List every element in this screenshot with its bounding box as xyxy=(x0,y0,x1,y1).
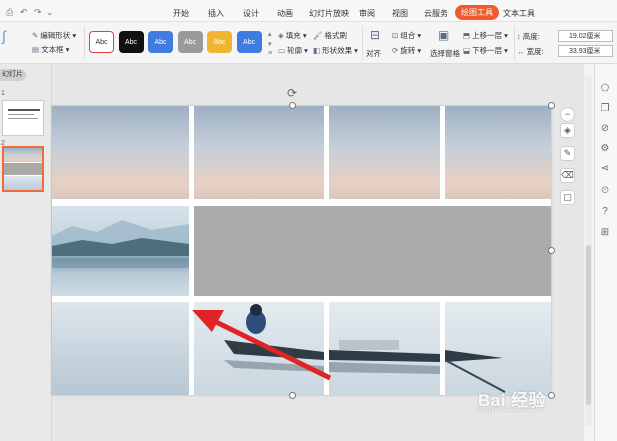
resize-handle-bottom-right[interactable] xyxy=(548,392,555,399)
apps-icon[interactable]: ⊞ xyxy=(598,226,612,240)
eraser-icon[interactable]: ⌫ xyxy=(560,168,575,183)
group-icon: ⊡ xyxy=(392,31,399,40)
undo-icon[interactable]: ↶ xyxy=(20,7,28,18)
ribbon: ∫ ✎ 编辑形状 ▾ ▤ 文本框 ▾ Abc Abc Abc Abc Abc Abc ▴ ▾ … xyxy=(0,22,617,64)
right-sidebar xyxy=(594,64,617,441)
thumb-title-line xyxy=(8,109,40,111)
divider xyxy=(362,26,363,60)
height-icon: ↕ xyxy=(517,32,521,41)
slide-number: 1 xyxy=(1,90,5,97)
outline-button[interactable]: ▭ 轮廓 ▾ xyxy=(278,45,308,56)
print-icon[interactable]: ⎙ xyxy=(6,7,13,18)
edit-shape-icon: ✎ xyxy=(32,31,39,40)
slide-thumbnail-1[interactable] xyxy=(2,100,44,136)
shape-preview-icon[interactable]: ∫ xyxy=(2,28,6,44)
settings-icon[interactable]: ⚙ xyxy=(598,142,612,156)
textbox-icon: ▤ xyxy=(32,45,40,54)
resize-handle-bottom[interactable] xyxy=(289,392,296,399)
thumb-image xyxy=(4,176,42,190)
scrollbar-thumb[interactable] xyxy=(586,245,591,405)
tab-drawing-tools[interactable]: 绘图工具 xyxy=(455,5,499,20)
tab-animation[interactable]: 动画 xyxy=(277,8,293,19)
more-icon[interactable]: ⌄ xyxy=(46,7,54,18)
width-icon: ↔ xyxy=(517,47,525,56)
red-arrow-annotation xyxy=(192,310,332,381)
tab-insert[interactable]: 插入 xyxy=(208,8,224,19)
resize-handle-top[interactable] xyxy=(289,102,296,109)
pen-icon[interactable]: ✎ xyxy=(560,146,575,161)
divider xyxy=(514,26,515,60)
group-button[interactable]: ⊡ 组合 ▾ xyxy=(392,30,421,41)
tab-slideshow[interactable]: 幻灯片放映 xyxy=(309,8,349,19)
thumb-image xyxy=(4,163,42,175)
slides-tab[interactable]: 幻灯片 xyxy=(0,69,26,81)
tab-cloud[interactable]: 云服务 xyxy=(424,8,448,19)
shape-effect-button[interactable]: ◧ 形状效果 ▾ xyxy=(313,45,358,56)
width-label: ↔ 宽度: xyxy=(517,47,544,56)
help-icon[interactable]: ? xyxy=(598,205,612,219)
resize-handle-right[interactable] xyxy=(548,247,555,254)
send-backward-button[interactable]: ⬓ 下移一层 ▾ xyxy=(463,45,508,56)
redo-icon[interactable]: ↷ xyxy=(34,7,42,18)
thumb-image xyxy=(4,148,42,162)
bring-forward-button[interactable]: ⬒ 上移一层 ▾ xyxy=(463,30,508,41)
shape-style-preset[interactable]: Abc xyxy=(118,31,144,53)
frame-icon[interactable]: ▢ xyxy=(560,190,575,205)
resize-handle-top-right[interactable] xyxy=(548,102,555,109)
fill-icon: ◈ xyxy=(278,31,284,40)
width-input[interactable]: 33.93厘米 xyxy=(558,45,613,57)
effect-icon: ◧ xyxy=(313,46,321,55)
gallery-down-icon[interactable]: ▾ xyxy=(268,40,272,48)
send-backward-icon: ⬓ xyxy=(463,46,471,55)
gallery-more-icon[interactable]: ≡ xyxy=(268,50,272,57)
outline-icon: ▭ xyxy=(278,46,286,55)
zoom-out-icon[interactable]: − xyxy=(560,107,575,122)
tab-review[interactable]: 审阅 xyxy=(359,8,375,19)
thumb-text-line xyxy=(8,114,34,115)
shape-style-preset[interactable]: Abc xyxy=(236,31,262,53)
height-input[interactable]: 19.02厘米 xyxy=(558,30,613,42)
copy-icon[interactable]: ❐ xyxy=(598,102,612,116)
gallery-up-icon[interactable]: ▴ xyxy=(268,30,272,38)
link-icon[interactable]: ⊘ xyxy=(598,122,612,136)
rotate-button[interactable]: ⟳ 旋转 ▾ xyxy=(392,45,421,56)
align-button[interactable]: 对齐 xyxy=(366,48,381,59)
align-icon[interactable]: ⊟ xyxy=(370,28,380,42)
bring-forward-icon: ⬒ xyxy=(463,31,471,40)
edit-shape-button[interactable]: ✎ 编辑形状 ▾ xyxy=(32,30,76,41)
rotate-handle-icon[interactable]: ⟳ xyxy=(287,86,297,100)
fill-button[interactable]: ◈ 填充 ▾ xyxy=(278,30,307,41)
baidu-watermark-url: jingyan.baidu.com xyxy=(478,404,543,413)
selection-pane-button[interactable]: 选择窗格 xyxy=(430,48,460,59)
shape-style-preset[interactable]: Abc xyxy=(207,31,232,53)
history-icon[interactable]: ⏲ xyxy=(598,184,612,198)
tab-text-tools[interactable]: 文本工具 xyxy=(503,8,535,19)
thumb-text-line xyxy=(8,118,38,119)
slide[interactable] xyxy=(52,106,551,395)
height-label: ↕ 高度: xyxy=(517,32,540,41)
brush-icon: 🖌 xyxy=(313,31,323,40)
menubar: ⎙ ↶ ↷ ⌄ 开始 插入 设计 动画 幻灯片放映 审阅 视图 云服务 绘图工具… xyxy=(0,0,617,22)
shape-style-preset[interactable]: Abc xyxy=(89,31,114,53)
textbox-button[interactable]: ▤ 文本框 ▾ xyxy=(32,44,69,55)
tab-home[interactable]: 开始 xyxy=(173,8,189,19)
shape-style-preset[interactable]: Abc xyxy=(177,31,203,53)
rotate-icon: ⟳ xyxy=(392,46,399,55)
format-brush-button[interactable]: 🖌 格式刷 xyxy=(313,30,347,41)
layers-icon[interactable]: ◈ xyxy=(560,123,575,138)
tab-design[interactable]: 设计 xyxy=(243,8,259,19)
slide-thumbnail-2[interactable] xyxy=(2,146,44,192)
shape-style-preset[interactable]: Abc xyxy=(148,31,173,53)
divider xyxy=(84,26,85,60)
selection-pane-icon[interactable]: ▣ xyxy=(438,28,449,42)
shape-icon[interactable]: ⬠ xyxy=(598,82,612,96)
tab-view[interactable]: 视图 xyxy=(392,8,408,19)
share-icon[interactable]: ⋖ xyxy=(598,162,612,176)
